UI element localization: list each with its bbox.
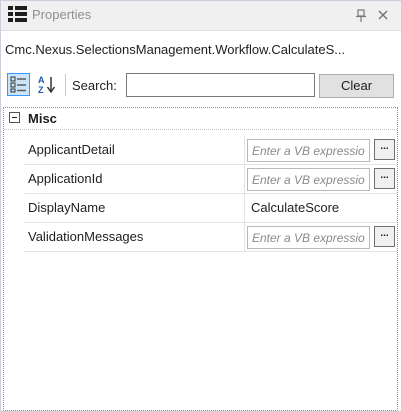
row-gutter [4, 165, 24, 194]
property-name[interactable]: ApplicationId [24, 165, 244, 194]
properties-toolbar: A Z Search: Clear [1, 71, 401, 105]
property-name[interactable]: ValidationMessages [24, 223, 244, 252]
vb-expression-input[interactable] [247, 139, 370, 162]
ellipsis-button[interactable]: ... [374, 226, 395, 247]
svg-text:A: A [38, 75, 45, 85]
collapse-icon[interactable] [9, 112, 20, 123]
property-row: DisplayName CalculateScore [4, 194, 397, 223]
row-gutter [4, 223, 24, 252]
panel-title: Properties [32, 7, 92, 22]
selected-object-name: Cmc.Nexus.SelectionsManagement.Workflow.… [5, 42, 346, 57]
property-row: ValidationMessages ... [4, 223, 397, 252]
category-label: Misc [28, 111, 57, 126]
property-grid: Misc ApplicantDetail ... ApplicationId .… [3, 107, 398, 411]
property-value[interactable]: CalculateScore [244, 194, 397, 223]
property-name[interactable]: ApplicantDetail [24, 136, 244, 165]
category-row-misc: Misc [4, 108, 397, 130]
row-gutter [4, 194, 24, 223]
search-label: Search: [72, 78, 117, 93]
title-bar: Properties [1, 1, 401, 31]
vb-expression-input[interactable] [247, 168, 370, 191]
properties-panel: Properties Cmc.Nexus.SelectionsManagemen… [0, 0, 402, 412]
property-row: ApplicantDetail ... [4, 136, 397, 165]
search-input[interactable] [126, 73, 315, 97]
ellipsis-button[interactable]: ... [374, 139, 395, 160]
close-icon[interactable] [376, 8, 390, 22]
property-row: ApplicationId ... [4, 165, 397, 194]
properties-list-icon [8, 6, 27, 22]
toolbar-separator [65, 74, 66, 96]
ellipsis-button[interactable]: ... [374, 168, 395, 189]
vb-expression-input[interactable] [247, 226, 370, 249]
categorized-view-button[interactable] [7, 73, 30, 96]
categorized-icon [10, 76, 26, 93]
pin-icon[interactable] [355, 9, 367, 23]
clear-button[interactable]: Clear [319, 74, 394, 98]
row-gutter [4, 136, 24, 165]
svg-text:Z: Z [38, 85, 44, 95]
alphabetical-sort-icon[interactable]: A Z [35, 73, 59, 97]
property-name[interactable]: DisplayName [24, 194, 244, 223]
